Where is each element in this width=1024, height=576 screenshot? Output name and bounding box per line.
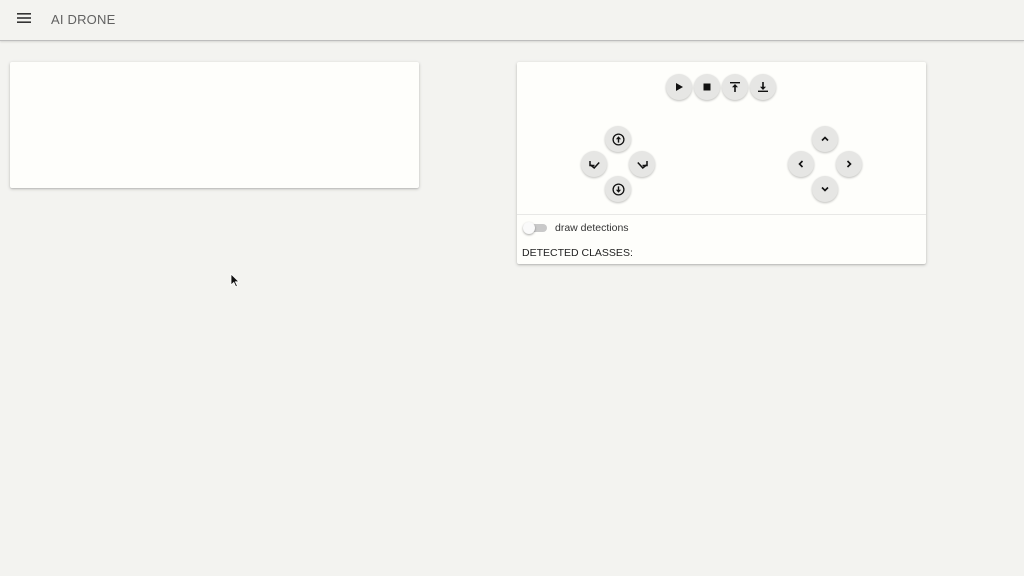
vertical-align-bottom-icon	[757, 81, 769, 93]
draw-detections-toggle[interactable]	[523, 222, 547, 234]
app-title: AI DRONE	[51, 12, 116, 27]
mouse-cursor-icon	[230, 273, 240, 293]
rotate-left-button[interactable]	[581, 151, 607, 177]
chevron-down-icon	[820, 184, 830, 194]
chevron-left-icon	[796, 159, 806, 169]
takeoff-button[interactable]	[722, 74, 748, 100]
arrow-circle-up-icon	[611, 132, 625, 146]
menu-button[interactable]	[10, 6, 38, 34]
descend-button[interactable]	[605, 176, 631, 202]
chevron-right-icon	[844, 159, 854, 169]
stop-button[interactable]	[694, 74, 720, 100]
drone-control-panel: draw detections DETECTED CLASSES:	[517, 62, 926, 264]
ascend-button[interactable]	[605, 126, 631, 152]
toggle-thumb	[523, 222, 535, 234]
rotate-left-icon	[588, 158, 601, 171]
land-button[interactable]	[750, 74, 776, 100]
menu-icon	[17, 11, 31, 29]
play-button[interactable]	[666, 74, 692, 100]
chevron-up-icon	[820, 134, 830, 144]
back-button[interactable]	[812, 176, 838, 202]
play-icon	[674, 82, 684, 92]
draw-detections-label: draw detections	[555, 222, 629, 234]
arrow-circle-down-icon	[611, 182, 625, 196]
forward-button[interactable]	[812, 126, 838, 152]
app-bar: AI DRONE	[0, 0, 1024, 41]
divider	[517, 214, 926, 215]
rotate-right-button[interactable]	[629, 151, 655, 177]
rotate-right-icon	[636, 158, 649, 171]
video-feed-panel	[10, 62, 419, 188]
right-button[interactable]	[836, 151, 862, 177]
vertical-align-top-icon	[729, 81, 741, 93]
detected-classes-label: DETECTED CLASSES:	[522, 247, 633, 259]
left-button[interactable]	[788, 151, 814, 177]
stop-icon	[702, 82, 712, 92]
